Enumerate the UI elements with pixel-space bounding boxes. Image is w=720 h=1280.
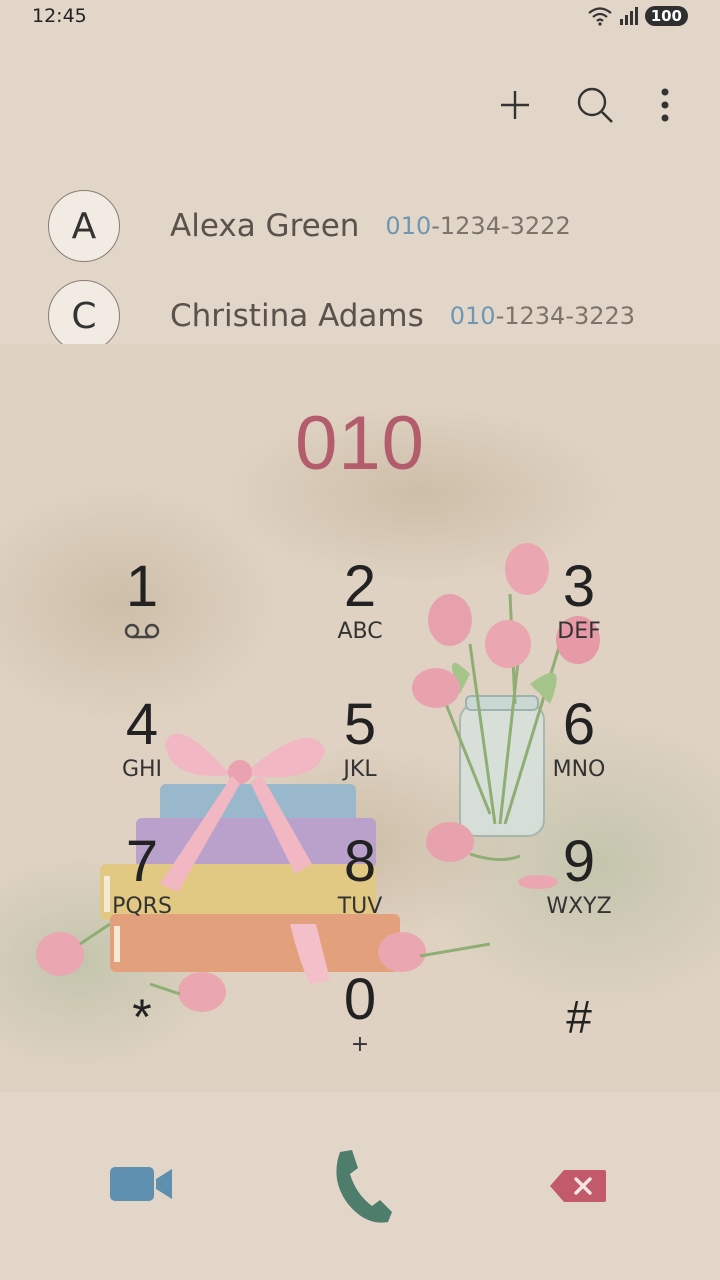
dialed-number[interactable]: 010 bbox=[0, 400, 720, 487]
key-9[interactable]: 9 WXYZ bbox=[489, 830, 669, 950]
key-hash[interactable]: # bbox=[489, 985, 669, 1105]
contact-suggestion[interactable]: C Christina Adams 010-1234-3223 bbox=[48, 280, 708, 352]
key-letters: PQRS bbox=[112, 894, 172, 919]
contact-suggestion[interactable]: A Alexa Green 010-1234-3222 bbox=[48, 190, 708, 262]
search-icon bbox=[577, 87, 613, 123]
call-button[interactable] bbox=[326, 1146, 396, 1230]
signal-icon bbox=[619, 7, 638, 25]
key-letters: + bbox=[350, 1032, 370, 1057]
key-digit: 6 bbox=[562, 692, 596, 757]
avatar: C bbox=[48, 280, 120, 352]
status-icons: 100 bbox=[587, 6, 688, 26]
key-0[interactable]: 0 + bbox=[270, 968, 450, 1088]
key-digit: 8 bbox=[343, 829, 377, 894]
backspace-button[interactable] bbox=[548, 1168, 608, 1208]
key-digit: 9 bbox=[562, 829, 596, 894]
search-button[interactable] bbox=[570, 80, 620, 130]
avatar: A bbox=[48, 190, 120, 262]
add-contact-button[interactable] bbox=[490, 80, 540, 130]
key-7[interactable]: 7 PQRS bbox=[52, 830, 232, 950]
key-digit: 7 bbox=[125, 829, 159, 894]
key-4[interactable]: 4 GHI bbox=[52, 693, 232, 813]
key-digit: 1 bbox=[125, 554, 159, 619]
more-options-button[interactable] bbox=[650, 80, 680, 130]
number-rest: -1234-3222 bbox=[431, 212, 571, 240]
key-digit: 2 bbox=[343, 554, 377, 619]
key-8[interactable]: 8 TUV bbox=[270, 830, 450, 950]
contact-number: 010-1234-3222 bbox=[385, 212, 570, 240]
key-letters: TUV bbox=[337, 894, 383, 919]
key-digit: 4 bbox=[125, 692, 159, 757]
number-match: 010 bbox=[449, 302, 496, 330]
key-digit: # bbox=[566, 991, 592, 1043]
backspace-icon bbox=[550, 1170, 606, 1202]
number-rest: -1234-3223 bbox=[495, 302, 636, 330]
wifi-icon bbox=[587, 7, 612, 26]
more-vert-icon bbox=[661, 88, 669, 122]
key-letters: WXYZ bbox=[546, 894, 612, 919]
key-2[interactable]: 2 ABC bbox=[270, 555, 450, 675]
plus-icon bbox=[501, 91, 529, 119]
key-1[interactable]: 1 bbox=[52, 555, 232, 675]
contact-name: Christina Adams bbox=[170, 298, 424, 334]
key-digit: 0 bbox=[343, 967, 377, 1032]
bottom-action-bar bbox=[0, 1092, 720, 1280]
contact-name: Alexa Green bbox=[170, 208, 360, 244]
key-letters: ABC bbox=[337, 619, 383, 644]
key-3[interactable]: 3 DEF bbox=[489, 555, 669, 675]
contact-number: 010-1234-3223 bbox=[450, 302, 635, 330]
key-5[interactable]: 5 JKL bbox=[270, 693, 450, 813]
video-camera-icon bbox=[110, 1167, 172, 1201]
status-time: 12:45 bbox=[32, 5, 87, 27]
number-match: 010 bbox=[385, 212, 432, 240]
key-digit: * bbox=[132, 989, 152, 1045]
key-letters: GHI bbox=[121, 757, 163, 782]
key-digit: 5 bbox=[343, 692, 377, 757]
key-letters: DEF bbox=[557, 619, 601, 644]
voicemail-icon bbox=[124, 623, 160, 639]
toolbar bbox=[490, 80, 680, 130]
key-letters: JKL bbox=[343, 757, 377, 782]
key-6[interactable]: 6 MNO bbox=[489, 693, 669, 813]
battery-indicator: 100 bbox=[644, 6, 688, 26]
status-bar: 12:45 100 bbox=[0, 0, 720, 34]
key-letters: MNO bbox=[552, 757, 606, 782]
key-digit: 3 bbox=[562, 554, 596, 619]
video-call-button[interactable] bbox=[108, 1164, 174, 1208]
phone-icon bbox=[336, 1150, 392, 1223]
key-star[interactable]: * bbox=[52, 985, 232, 1105]
